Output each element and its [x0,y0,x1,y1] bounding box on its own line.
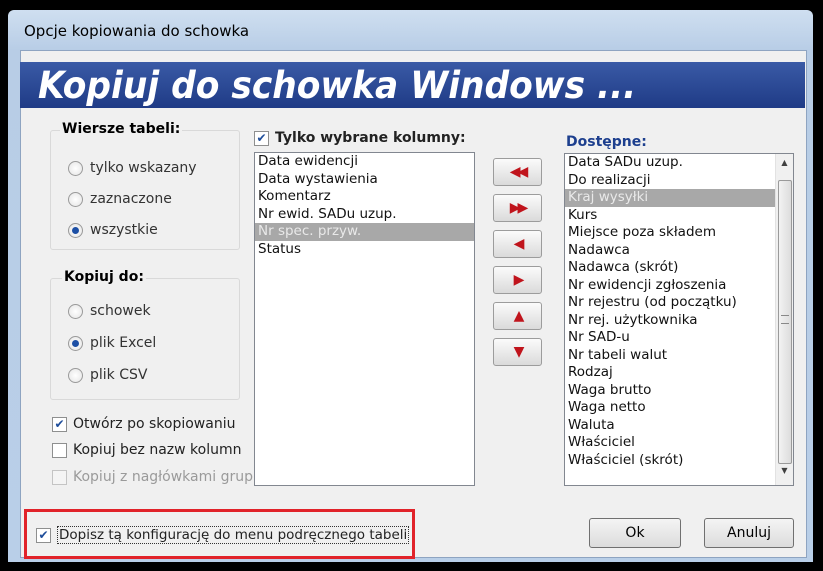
list-item[interactable]: Właściciel (skrót) [565,452,775,470]
move-left-icon: ◀ [513,236,525,252]
copyto-group-option-0[interactable]: schowek [68,303,151,319]
radio-label: tylko wskazany [90,160,197,176]
selected-columns-label: Tylko wybrane kolumny: [275,130,466,146]
radio-icon [68,303,83,319]
radio-icon [68,191,83,207]
open-after-label: Otwórz po skopiowaniu [73,416,236,432]
radio-label: schowek [90,303,151,319]
rows-group-option-2[interactable]: wszystkie [68,222,158,238]
scrollbar-thumb[interactable] [778,180,792,464]
selected-columns-list[interactable]: Data ewidencji Data wystawienia Komentarz N… [254,152,475,486]
add-config-label: Dopisz tą konfigurację do menu podręczne… [57,526,410,544]
radio-label: plik Excel [90,335,157,351]
move-up-button[interactable]: ▲ [493,302,542,330]
move-all-left-icon: ◀◀ [509,164,528,180]
move-up-icon: ▲ [513,308,525,324]
move-all-right-icon: ▶▶ [509,200,528,216]
no-headers-check [52,442,67,458]
list-item[interactable]: Do realizacji [565,172,775,190]
group-headers-checkbox[interactable]: Kopiuj z nagłówkami grup [52,469,253,485]
list-item[interactable]: Data SADu uzup. [565,154,775,172]
selected-columns-check: ✔ [254,130,269,146]
radio-icon [68,160,83,176]
radio-icon [68,335,83,351]
no-headers-label: Kopiuj bez nazw kolumn [73,442,242,458]
open-after-check: ✔ [52,416,67,432]
move-down-icon: ▼ [513,344,525,360]
radio-label: zaznaczone [90,191,172,207]
group-headers-label: Kopiuj z nagłówkami grup [73,469,253,485]
rows-group-title: Wiersze tabeli: [60,121,183,137]
move-all-left-button[interactable]: ◀◀ [493,158,542,186]
cancel-button[interactable]: Anuluj [704,518,794,548]
scroll-down-icon[interactable]: ▼ [776,466,793,475]
no-headers-checkbox[interactable]: Kopiuj bez nazw kolumn [52,442,242,458]
available-title: Dostępne: [566,134,647,150]
selected-columns-checkbox[interactable]: ✔ Tylko wybrane kolumny: [254,130,466,146]
list-item[interactable]: Nr ewidencji zgłoszenia [565,277,775,295]
radio-label: plik CSV [90,367,148,383]
available-list[interactable]: Data SADu uzup. Do realizacji Kraj wysyłki… [564,153,794,486]
list-item[interactable]: Nr ewid. SADu uzup. [255,206,474,224]
group-headers-check [52,469,67,485]
move-left-button[interactable]: ◀ [493,230,542,258]
list-item[interactable]: Nadawca [565,242,775,260]
copyto-group-title: Kopiuj do: [62,269,146,285]
open-after-checkbox[interactable]: ✔ Otwórz po skopiowaniu [52,416,235,432]
scroll-up-icon[interactable]: ▲ [776,158,793,167]
list-item[interactable]: Waga netto [565,399,775,417]
rows-group-option-1[interactable]: zaznaczone [68,191,172,207]
copyto-group-option-2[interactable]: plik CSV [68,367,147,383]
grip-icon [781,315,789,324]
list-item[interactable]: Nr rejestru (od początku) [565,294,775,312]
list-item[interactable]: Nr tabeli walut [565,347,775,365]
list-item[interactable]: Waluta [565,417,775,435]
radio-icon [68,367,83,383]
rows-group-option-0[interactable]: tylko wskazany [68,160,197,176]
list-item[interactable]: Status [255,241,474,259]
radio-icon [68,222,83,238]
move-down-button[interactable]: ▼ [493,338,542,366]
add-config-checkbox[interactable]: ✔ Dopisz tą konfigurację do menu podręcz… [36,526,410,544]
list-item[interactable]: Nr SAD-u [565,329,775,347]
radio-label: wszystkie [90,222,158,238]
list-item[interactable]: Właściciel [565,434,775,452]
list-item[interactable]: Rodzaj [565,364,775,382]
add-config-check: ✔ [36,527,51,543]
cancel-label: Anuluj [727,525,771,541]
move-right-button[interactable]: ▶ [493,266,542,294]
ok-label: Ok [625,525,645,541]
copyto-group-option-1[interactable]: plik Excel [68,335,156,351]
list-item[interactable]: Nr spec. przyw. [255,223,474,241]
available-scrollbar[interactable]: ▲ ▼ [775,154,793,485]
ok-button[interactable]: Ok [589,518,681,548]
list-item[interactable]: Komentarz [255,188,474,206]
list-item[interactable]: Data ewidencji [255,153,474,171]
list-item[interactable]: Miejsce poza składem [565,224,775,242]
list-item[interactable]: Waga brutto [565,382,775,400]
list-item[interactable]: Kraj wysyłki [565,189,775,207]
list-item[interactable]: Nr rej. użytkownika [565,312,775,330]
list-item[interactable]: Nadawca (skrót) [565,259,775,277]
window-title: Opcje kopiowania do schowka [24,22,250,40]
move-right-icon: ▶ [513,272,525,288]
banner-title: Kopiuj do schowka Windows ... [38,64,637,107]
list-item[interactable]: Data wystawienia [255,171,474,189]
move-all-right-button[interactable]: ▶▶ [493,194,542,222]
list-item[interactable]: Kurs [565,207,775,225]
